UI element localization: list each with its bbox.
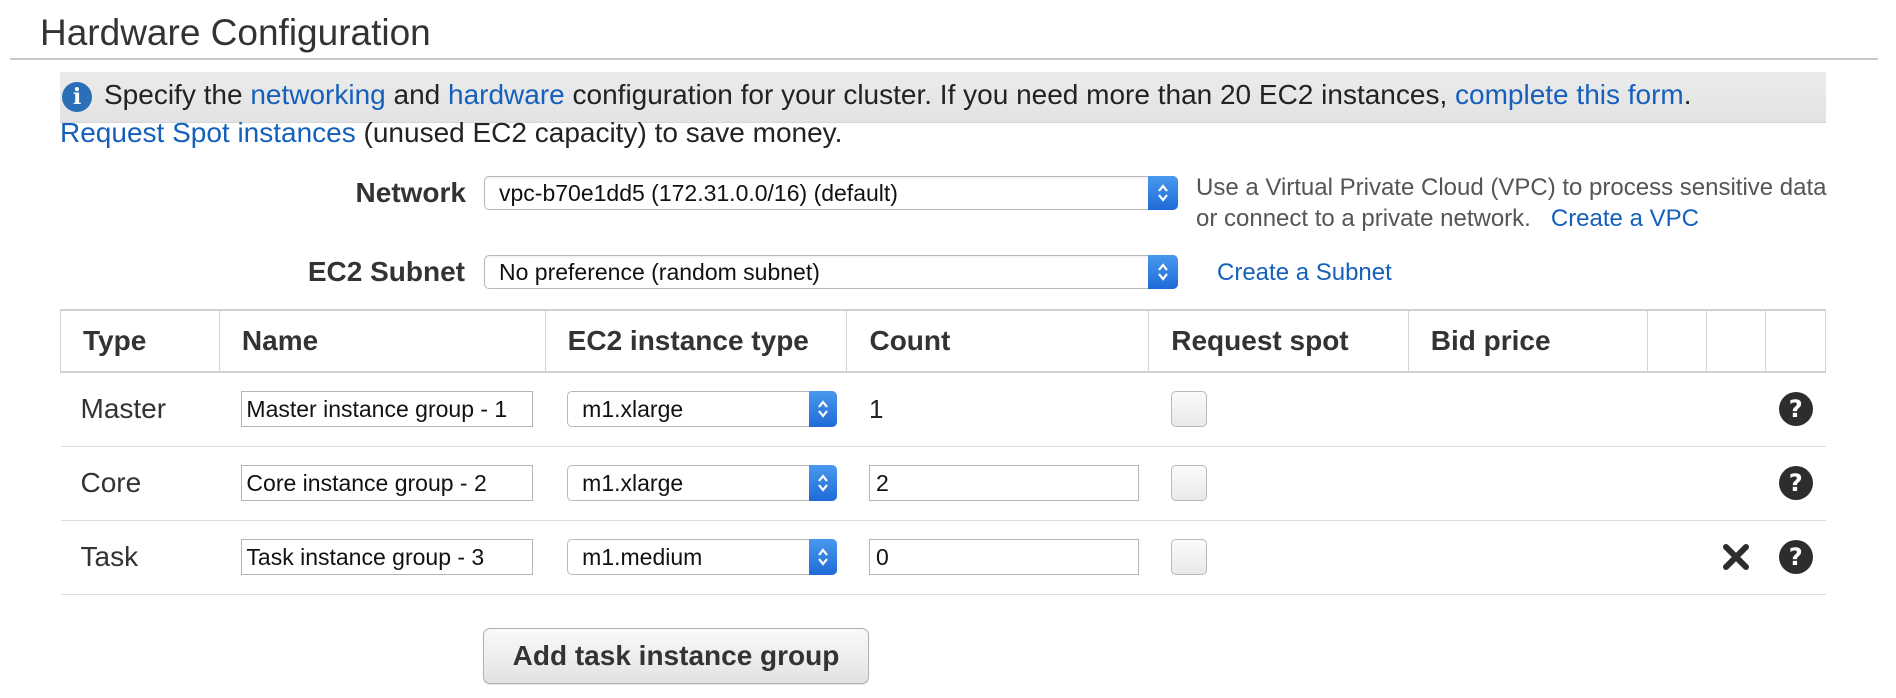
question-circle-icon[interactable]: ?: [1778, 392, 1813, 427]
group-name-input[interactable]: Core instance group - 2: [241, 465, 534, 501]
info-text-4: .: [1683, 79, 1692, 110]
info-icon: i: [62, 82, 92, 112]
vpc-hint-line-2: or connect to a private network. Create …: [1196, 205, 1699, 232]
title-divider: [10, 58, 1878, 60]
header-type: Type: [60, 309, 220, 373]
networking-link[interactable]: networking: [250, 79, 385, 111]
row-type: Master: [60, 372, 220, 447]
info-text-3: configuration for your cluster. If you n…: [572, 79, 1448, 110]
create-subnet-link[interactable]: Create a Subnet: [1217, 259, 1392, 287]
updown-chevron-icon: [1148, 176, 1178, 210]
info-text-2: and: [393, 79, 441, 110]
info-text-1: Specify the: [104, 79, 243, 110]
header-blank-2: [1705, 309, 1767, 373]
network-label: Network: [355, 177, 466, 208]
table-row-master: Master Master instance group - 1 m1.xlar…: [60, 372, 1826, 447]
header-blank-3: [1765, 309, 1826, 373]
blank-cell: [1647, 520, 1707, 595]
hardware-link[interactable]: hardware: [448, 79, 565, 111]
question-circle-icon[interactable]: ?: [1778, 540, 1813, 574]
blank-cell: [1706, 446, 1766, 521]
question-circle-icon[interactable]: ?: [1778, 466, 1813, 500]
instance-groups-table: Type Name EC2 instance type Count Reques…: [60, 309, 1826, 595]
vpc-hint: Use a Virtual Private Cloud (VPC) to pro…: [1196, 172, 1827, 234]
updown-chevron-icon: [809, 465, 838, 501]
bid-price-cell: [1408, 372, 1648, 447]
instance-type-select[interactable]: m1.xlarge: [567, 391, 838, 428]
group-name-input[interactable]: Master instance group - 1: [241, 391, 534, 428]
row-type: Core: [60, 446, 220, 521]
header-name: Name: [218, 309, 546, 373]
table-header-row: Type Name EC2 instance type Count Reques…: [60, 309, 1826, 373]
request-spot-checkbox[interactable]: [1170, 539, 1207, 575]
create-vpc-link[interactable]: Create a VPC: [1551, 205, 1699, 232]
subnet-select[interactable]: No preference (random subnet): [484, 255, 1178, 289]
blank-cell: [1647, 372, 1707, 447]
section-title: Hardware Configuration: [40, 12, 431, 53]
header-count: Count: [846, 309, 1150, 373]
instance-type-select[interactable]: m1.xlarge: [567, 465, 838, 501]
info-text-5: (unused EC2 capacity) to save money.: [363, 117, 843, 148]
updown-chevron-icon: [1148, 255, 1178, 289]
blank-cell: [1647, 446, 1707, 521]
updown-chevron-icon: [809, 391, 838, 428]
request-spot-checkbox[interactable]: [1170, 391, 1207, 428]
count-input[interactable]: 2: [868, 465, 1139, 501]
row-type: Task: [60, 520, 220, 595]
header-blank-1: [1646, 309, 1708, 373]
count-value: 1: [868, 394, 884, 425]
complete-form-link[interactable]: complete this form: [1455, 79, 1684, 111]
bid-price-cell: [1408, 520, 1648, 595]
table-row-core: Core Core instance group - 2 m1.xlarge 2…: [60, 446, 1826, 521]
add-task-instance-group-button[interactable]: Add task instance group: [483, 628, 869, 684]
bid-price-cell: [1408, 446, 1648, 521]
request-spot-checkbox[interactable]: [1170, 465, 1207, 501]
request-spot-link[interactable]: Request Spot instances: [60, 117, 356, 148]
updown-chevron-icon: [809, 539, 838, 575]
network-select-value: vpc-b70e1dd5 (172.31.0.0/16) (default): [499, 179, 898, 206]
header-bid-price: Bid price: [1407, 309, 1648, 373]
vpc-hint-line-1: Use a Virtual Private Cloud (VPC) to pro…: [1196, 174, 1827, 201]
table-row-task: Task Task instance group - 3 m1.medium 0…: [60, 520, 1826, 595]
header-request-spot: Request spot: [1148, 309, 1409, 373]
count-input[interactable]: 0: [868, 539, 1139, 575]
info-text-line-1: i Specify the networking and hardware co…: [62, 78, 1692, 112]
subnet-select-value: No preference (random subnet): [499, 258, 820, 285]
header-instance-type: EC2 instance type: [544, 309, 848, 373]
group-name-input[interactable]: Task instance group - 3: [241, 539, 534, 575]
instance-type-select[interactable]: m1.medium: [567, 539, 838, 575]
close-x-icon[interactable]: [1720, 541, 1752, 573]
network-select[interactable]: vpc-b70e1dd5 (172.31.0.0/16) (default): [484, 176, 1178, 210]
info-text-line-2: Request Spot instances (unused EC2 capac…: [60, 117, 842, 149]
blank-cell: [1706, 372, 1766, 447]
subnet-label: EC2 Subnet: [307, 256, 465, 287]
